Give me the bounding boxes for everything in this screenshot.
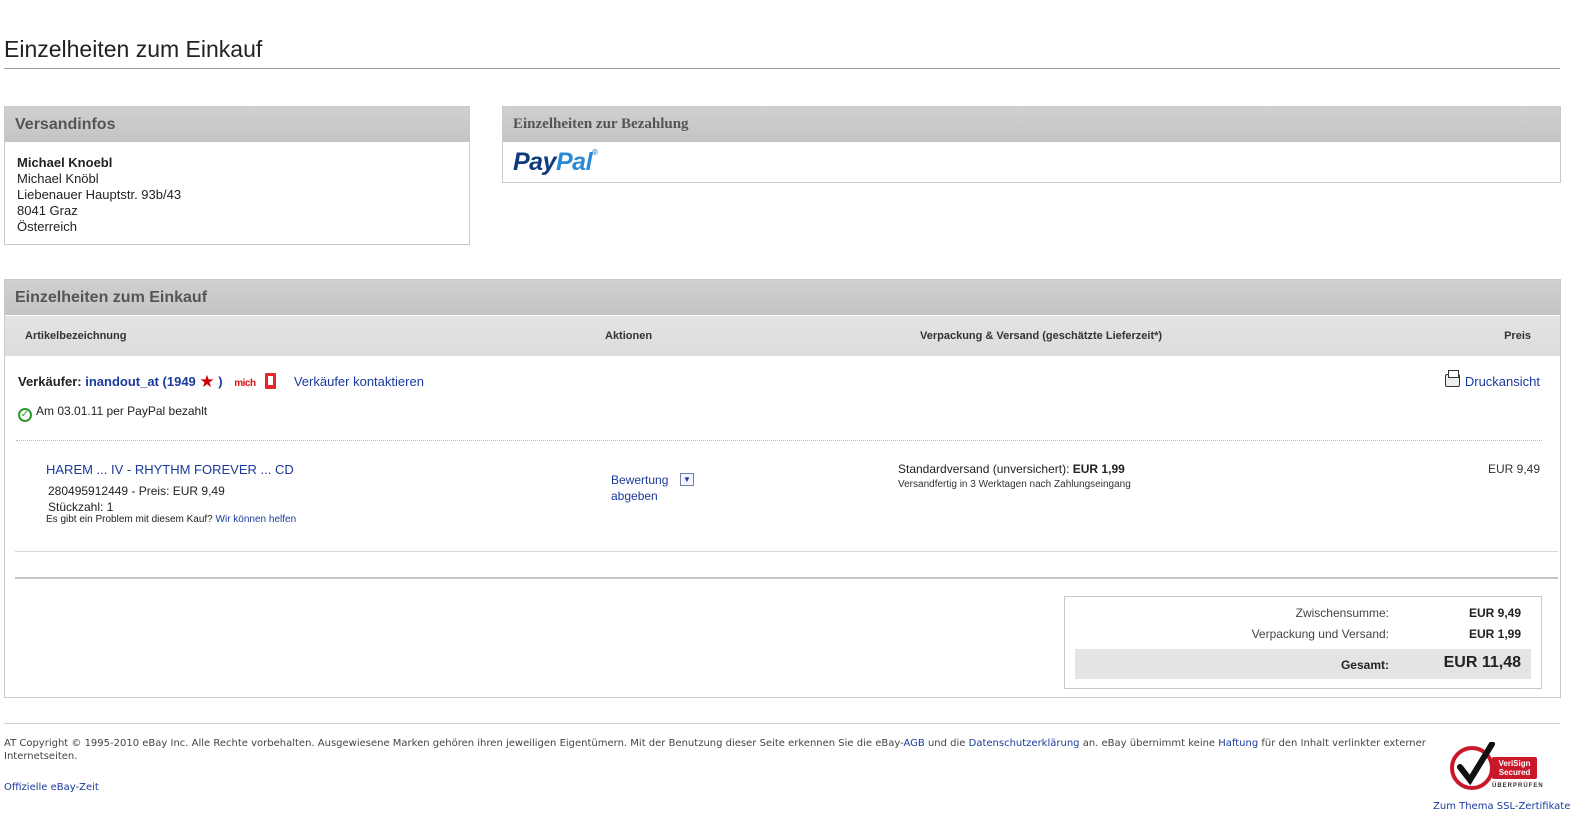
star-icon: ★	[199, 372, 215, 391]
item-problem-row: Es gibt ein Problem mit diesem Kauf? Wir…	[46, 514, 296, 525]
feedback-score-link[interactable]: 1949	[167, 374, 196, 389]
problem-text: Es gibt ein Problem mit diesem Kauf?	[46, 514, 213, 525]
shipping-info-heading: Versandinfos	[5, 107, 469, 142]
item-price: EUR 9,49	[1487, 462, 1540, 476]
shipping-estimate: Versandfertig in 3 Werktagen nach Zahlun…	[898, 479, 1131, 490]
grand-total-label: Gesamt:	[1340, 658, 1389, 672]
paypal-logo: PayPal®	[513, 148, 598, 176]
address-street: Liebenauer Hauptstr. 93b/43	[17, 187, 182, 202]
subtotal-value: EUR 9,49	[1468, 606, 1521, 620]
copyright-notice: AT Copyright © 1995-2010 eBay Inc. Alle …	[4, 738, 1426, 762]
divider	[16, 440, 1542, 441]
shipping-address: Michael Knoebl Michael Knöbl Liebenauer …	[5, 142, 469, 235]
shipping-method-label: Standardversand (unversichert):	[898, 462, 1070, 476]
me-page-icon[interactable]: mich	[234, 378, 256, 389]
subtotal-label: Zwischensumme:	[1295, 606, 1389, 620]
print-view-label: Druckansicht	[1464, 374, 1540, 389]
official-ebay-time-link[interactable]: Offizielle eBay-Zeit	[4, 782, 99, 793]
page-title: Einzelheiten zum Einkauf	[4, 36, 263, 62]
item-number-price: 280495912449 - Preis: EUR 9,49	[48, 484, 225, 498]
seller-username-link[interactable]: inandout_at	[85, 374, 159, 389]
chevron-down-icon[interactable]: ▼	[680, 473, 694, 486]
printer-icon	[1444, 370, 1460, 387]
address-country: Österreich	[17, 219, 77, 234]
verisign-badge[interactable]: VeriSign Secured	[1492, 757, 1537, 779]
verisign-verify-label: ÜBERPRÜFEN	[1492, 783, 1544, 789]
recipient-name: Michael Knöbl	[17, 171, 99, 186]
footer-divider	[4, 723, 1560, 724]
payment-details-panel: Einzelheiten zur Bezahlung PayPal®	[502, 106, 1561, 183]
leave-feedback-link[interactable]: Bewertung abgeben	[611, 472, 668, 504]
help-link[interactable]: Wir können helfen	[216, 514, 297, 525]
column-shipping: Verpackung & Versand (geschätzte Lieferz…	[920, 330, 1163, 342]
grand-total-row: Gesamt: EUR 11,48	[1075, 649, 1531, 679]
column-price: Preis	[1504, 330, 1531, 342]
payment-status-text: Am 03.01.11 per PayPal bezahlt	[36, 404, 208, 418]
title-divider	[4, 68, 1560, 69]
grand-total-value: EUR 11,48	[1443, 654, 1521, 671]
privacy-link[interactable]: Datenschutzerklärung	[969, 738, 1080, 749]
payment-status: ✓ Am 03.01.11 per PayPal bezahlt	[18, 404, 207, 422]
contact-seller-link[interactable]: Verkäufer kontaktieren	[294, 374, 424, 389]
column-actions: Aktionen	[605, 330, 653, 342]
item-meta: 280495912449 - Preis: EUR 9,49 Stückzahl…	[48, 483, 225, 515]
seller-row: Verkäufer: inandout_at (1949 ★ ) mich Ve…	[18, 372, 424, 392]
address-city: 8041 Graz	[17, 203, 78, 218]
item-title-link[interactable]: HAREM ... IV - RHYTHM FOREVER ... CD	[46, 462, 294, 477]
payment-details-heading: Einzelheiten zur Bezahlung	[503, 107, 1560, 142]
terms-link[interactable]: AGB	[904, 738, 925, 749]
shipping-method-cost: EUR 1,99	[1072, 462, 1125, 476]
print-view-link[interactable]: Druckansicht	[1444, 370, 1540, 389]
recipient-name-bold: Michael Knoebl	[17, 155, 113, 170]
table-header: Artikelbezeichnung Aktionen Verpackung &…	[5, 316, 1560, 356]
shop-icon[interactable]	[265, 373, 277, 389]
score-close: )	[218, 374, 223, 389]
shipping-method: Standardversand (unversichert): EUR 1,99	[898, 462, 1125, 476]
item-quantity: Stückzahl: 1	[48, 500, 114, 514]
shipping-total-label: Verpackung und Versand:	[1251, 627, 1389, 641]
shipping-info-panel: Versandinfos Michael Knoebl Michael Knöb…	[4, 106, 470, 245]
divider	[15, 551, 1558, 552]
shipping-total-value: EUR 1,99	[1468, 627, 1521, 641]
purchase-details-panel: Einzelheiten zum Einkauf Artikelbezeichn…	[4, 279, 1561, 698]
check-icon: ✓	[18, 408, 32, 422]
ssl-certificates-link[interactable]: Zum Thema SSL-Zertifikate	[1433, 801, 1570, 812]
order-totals: Zwischensumme: EUR 9,49 Verpackung und V…	[1064, 596, 1542, 689]
divider	[15, 577, 1558, 579]
seller-label: Verkäufer:	[18, 374, 82, 389]
column-item: Artikelbezeichnung	[25, 330, 127, 342]
purchase-details-heading: Einzelheiten zum Einkauf	[5, 280, 1560, 315]
liability-link[interactable]: Haftung	[1218, 738, 1258, 749]
